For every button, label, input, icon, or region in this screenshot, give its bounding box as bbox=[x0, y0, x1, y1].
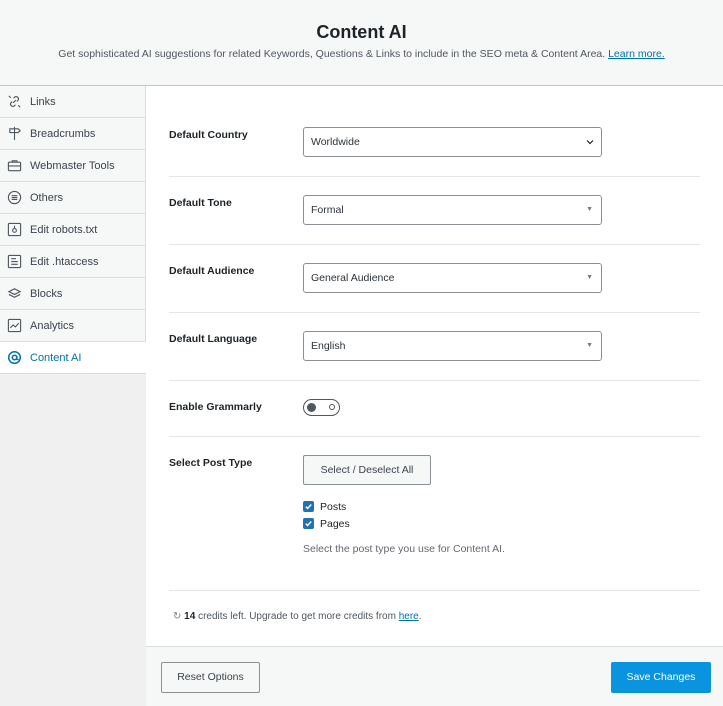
post-type-label: Select Post Type bbox=[169, 457, 253, 469]
sidebar-item-others[interactable]: Others bbox=[0, 182, 146, 214]
post-type-description: Select the post type you use for Content… bbox=[303, 543, 505, 555]
language-label: Default Language bbox=[169, 333, 258, 345]
pages-checkbox[interactable] bbox=[303, 518, 314, 529]
settings-sidebar: Links Breadcrumbs Webmaster Tools Others… bbox=[0, 86, 146, 706]
country-value: Worldwide bbox=[311, 136, 360, 148]
setting-row-country: Default Country Worldwide bbox=[169, 108, 700, 177]
toggle-off-indicator bbox=[329, 404, 335, 410]
audience-select[interactable]: General Audience ▼ bbox=[303, 263, 602, 293]
sidebar-item-analytics[interactable]: Analytics bbox=[0, 310, 146, 342]
toolbox-icon bbox=[7, 158, 22, 173]
footer-bar: Reset Options Save Changes bbox=[146, 646, 723, 706]
content-ai-icon bbox=[7, 350, 22, 365]
pages-label: Pages bbox=[320, 518, 350, 530]
credits-count: 14 bbox=[184, 611, 196, 622]
toggle-knob bbox=[307, 402, 316, 412]
credits-text: credits left. Upgrade to get more credit… bbox=[198, 611, 396, 622]
setting-row-post-type: Select Post Type Select / Deselect All P… bbox=[169, 437, 700, 591]
sidebar-item-label: Analytics bbox=[30, 319, 75, 332]
chevron-down-icon bbox=[586, 140, 594, 145]
page-header: Content AI Get sophisticated AI suggesti… bbox=[0, 0, 723, 86]
language-select[interactable]: English ▼ bbox=[303, 331, 602, 361]
setting-row-audience: Default Audience General Audience ▼ bbox=[169, 245, 700, 313]
tone-value: Formal bbox=[311, 204, 344, 216]
sidebar-item-content-ai[interactable]: Content AI bbox=[0, 342, 146, 374]
posts-label: Posts bbox=[320, 501, 347, 513]
setting-row-language: Default Language English ▼ bbox=[169, 313, 700, 381]
refresh-icon[interactable]: ↻ bbox=[173, 611, 181, 622]
blocks-icon bbox=[7, 286, 22, 301]
sidebar-item-label: Webmaster Tools bbox=[30, 159, 115, 172]
setting-row-tone: Default Tone Formal ▼ bbox=[169, 177, 700, 245]
analytics-icon bbox=[7, 318, 22, 333]
page-title: Content AI bbox=[316, 22, 407, 42]
country-select[interactable]: Worldwide bbox=[303, 127, 602, 157]
caret-down-icon: ▼ bbox=[586, 274, 593, 281]
caret-down-icon: ▼ bbox=[586, 206, 593, 213]
upgrade-link[interactable]: here bbox=[399, 611, 419, 622]
audience-value: General Audience bbox=[311, 272, 395, 284]
tone-label: Default Tone bbox=[169, 197, 232, 209]
sidebar-item-label: Content AI bbox=[30, 351, 82, 364]
sidebar-item-edit-htaccess[interactable]: Edit .htaccess bbox=[0, 246, 146, 278]
reset-options-button[interactable]: Reset Options bbox=[161, 662, 260, 693]
signpost-icon bbox=[7, 126, 22, 141]
check-icon bbox=[305, 504, 312, 510]
sidebar-item-label: Others bbox=[30, 191, 64, 204]
sidebar-item-label: Edit robots.txt bbox=[30, 223, 98, 236]
sidebar-item-breadcrumbs[interactable]: Breadcrumbs bbox=[0, 118, 146, 150]
check-icon bbox=[305, 521, 312, 527]
sidebar-item-label: Links bbox=[30, 95, 56, 108]
language-value: English bbox=[311, 340, 346, 352]
settings-panel: Default Country Worldwide Default Tone F… bbox=[146, 86, 723, 646]
sidebar-item-edit-robots[interactable]: Edit robots.txt bbox=[0, 214, 146, 246]
sidebar-item-label: Breadcrumbs bbox=[30, 127, 96, 140]
tone-select[interactable]: Formal ▼ bbox=[303, 195, 602, 225]
grammarly-label: Enable Grammarly bbox=[169, 401, 262, 413]
learn-more-link[interactable]: Learn more. bbox=[608, 48, 665, 60]
sidebar-item-webmaster-tools[interactable]: Webmaster Tools bbox=[0, 150, 146, 182]
sidebar-item-label: Blocks bbox=[30, 287, 63, 300]
list-circle-icon bbox=[7, 190, 22, 205]
save-changes-button[interactable]: Save Changes bbox=[611, 662, 711, 693]
file-icon bbox=[7, 222, 22, 237]
audience-label: Default Audience bbox=[169, 265, 255, 277]
credits-info: ↻ 14 credits left. Upgrade to get more c… bbox=[173, 611, 422, 622]
setting-row-grammarly: Enable Grammarly bbox=[169, 381, 700, 437]
file-text-icon bbox=[7, 254, 22, 269]
grammarly-toggle[interactable] bbox=[303, 399, 340, 416]
links-icon bbox=[7, 94, 22, 109]
country-label: Default Country bbox=[169, 129, 248, 141]
sidebar-item-label: Edit .htaccess bbox=[30, 255, 99, 268]
posts-checkbox[interactable] bbox=[303, 501, 314, 512]
select-deselect-all-button[interactable]: Select / Deselect All bbox=[303, 455, 431, 485]
sidebar-item-links[interactable]: Links bbox=[0, 86, 146, 118]
page-description: Get sophisticated AI suggestions for rel… bbox=[58, 48, 665, 60]
sidebar-item-blocks[interactable]: Blocks bbox=[0, 278, 146, 310]
caret-down-icon: ▼ bbox=[586, 342, 593, 349]
